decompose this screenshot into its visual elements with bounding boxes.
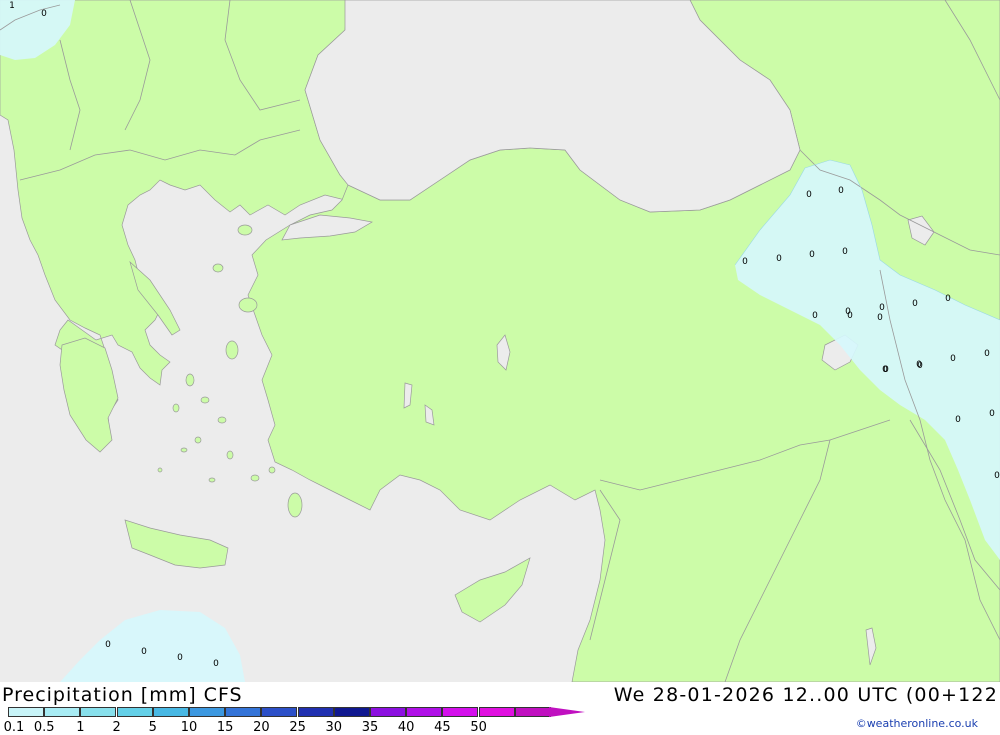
precip-marker: 0	[812, 311, 818, 321]
precip-marker: 0	[742, 257, 748, 267]
legend-swatch	[152, 707, 189, 717]
precip-marker: 1	[9, 1, 15, 11]
precip-marker: 0	[842, 247, 848, 257]
legend-swatch	[261, 707, 298, 717]
precip-marker: 0	[950, 354, 956, 364]
precip-marker: 0	[955, 415, 961, 425]
precip-marker: 0	[806, 190, 812, 200]
legend-swatch	[189, 707, 225, 717]
precip-marker: 0	[105, 640, 111, 650]
precip-marker: 0	[879, 303, 885, 313]
precip-marker: 0	[141, 647, 147, 657]
legend-swatch	[225, 707, 262, 717]
map-canvas: 100 00 0 0 00 0 0 0 00 00 000000000000	[0, 0, 1000, 682]
precip-marker: 0	[945, 294, 951, 304]
legend-swatch	[297, 707, 334, 717]
precip-marker: 0	[177, 653, 183, 663]
precipitation-map: 1000000000000000000000000000	[0, 0, 1000, 682]
legend-swatch	[514, 707, 551, 717]
precip-marker: 0	[882, 365, 888, 375]
precip-marker: 0	[877, 313, 883, 323]
precip-marker: 0	[41, 9, 47, 19]
legend-swatch	[8, 707, 44, 717]
precip-marker: 0	[213, 659, 219, 669]
legend-swatch	[406, 707, 443, 717]
precip-marker: 0	[776, 254, 782, 264]
precip-marker: 0	[809, 250, 815, 260]
precip-marker: 0	[984, 349, 990, 359]
legend-swatch	[478, 707, 515, 717]
credit-link[interactable]: ©weatheronline.co.uk	[856, 717, 978, 730]
legend-swatch	[116, 707, 153, 717]
precip-marker: 0	[994, 471, 1000, 481]
legend-swatch	[80, 707, 117, 717]
map-title: Precipitation [mm] CFS	[2, 684, 243, 706]
legend-swatch	[44, 707, 81, 717]
forecast-datetime: We 28-01-2026 12..00 UTC (00+122	[613, 684, 998, 706]
precip-marker: 0	[847, 311, 853, 321]
legend-arrow	[549, 707, 585, 717]
legend-swatch	[333, 707, 370, 717]
precip-marker: 0	[838, 186, 844, 196]
legend-swatch	[442, 707, 479, 717]
precip-marker: 0	[989, 409, 995, 419]
legend-swatch	[370, 707, 406, 717]
precip-marker: 0	[912, 299, 918, 309]
precip-marker: 0	[917, 361, 923, 371]
map-footer: Precipitation [mm] CFS We 28-01-2026 12.…	[0, 682, 1000, 735]
